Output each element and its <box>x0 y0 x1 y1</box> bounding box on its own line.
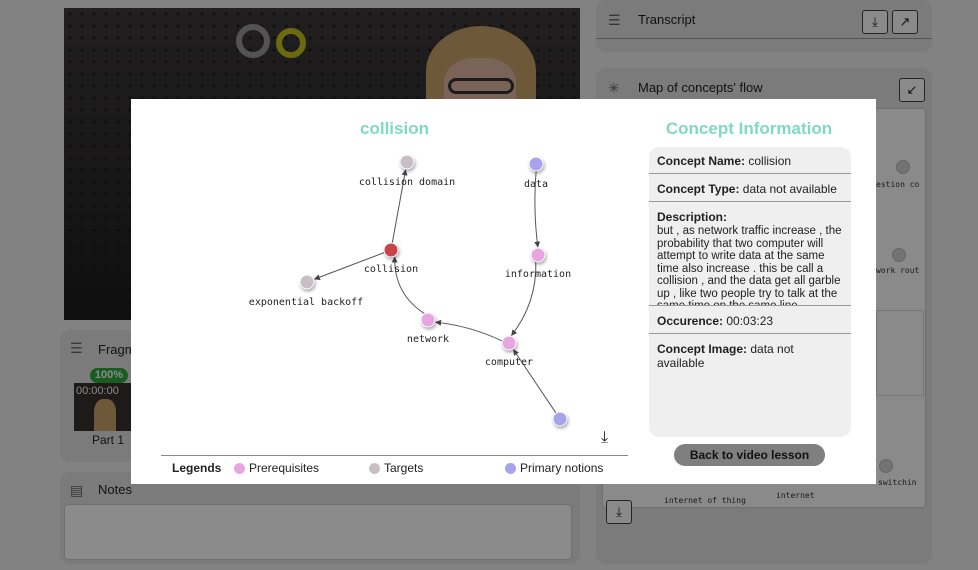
concept-modal: collision collision domain data collision i… <box>131 99 876 484</box>
concept-graph[interactable]: collision domain data collision information… <box>131 99 658 449</box>
legend-item-prerequisites: Prerequisites <box>234 461 319 475</box>
concept-name-value: collision <box>748 154 792 168</box>
download-graph-button[interactable]: ⤓ <box>601 429 608 447</box>
download-icon: ⤓ <box>601 429 609 446</box>
occurrence-label: Occurence: <box>657 314 724 328</box>
legend-dot <box>234 462 245 474</box>
graph-node-data[interactable] <box>528 156 544 172</box>
graph-node-label: exponential backoff <box>249 297 363 308</box>
description-text: but , as network traffic increase , the … <box>657 225 842 305</box>
graph-node-computer[interactable] <box>501 335 517 351</box>
info-title: Concept Information <box>665 119 833 138</box>
concept-image-row: Concept Image: data not available <box>649 334 851 370</box>
description-label: Description: <box>657 210 728 224</box>
graph-node-label: computer <box>485 357 533 368</box>
graph-edges <box>313 169 557 414</box>
description-row[interactable]: Description: but , as network traffic in… <box>649 202 851 306</box>
legend-item-targets: Targets <box>369 461 423 475</box>
legend-label: Primary notions <box>520 461 604 475</box>
concept-info-card: Concept Name: collision Concept Type: da… <box>649 147 851 437</box>
graph-node-label: network <box>407 334 449 345</box>
graph-nodes: collision domain data collision information… <box>249 154 571 427</box>
graph-node-unlabeled[interactable] <box>552 411 568 427</box>
graph-node-information[interactable] <box>530 247 546 263</box>
graph-node-collision-domain[interactable] <box>399 154 415 170</box>
concept-image-label: Concept Image: <box>657 342 748 356</box>
graph-node-label: data <box>524 179 548 190</box>
concept-type-row: Concept Type: data not available <box>649 174 851 202</box>
legend-item-primary-notions: Primary notions <box>505 461 603 475</box>
occurrence-row: Occurence: 00:03:23 <box>649 306 851 334</box>
graph-node-collision[interactable] <box>383 242 399 258</box>
concept-name-label: Concept Name: <box>657 154 746 168</box>
legend-title: Legends <box>172 461 222 475</box>
legend-divider <box>161 455 628 456</box>
graph-node-exponential-backoff[interactable] <box>299 274 315 290</box>
concept-type-value: data not available <box>742 182 837 196</box>
occurrence-value: 00:03:23 <box>726 314 774 328</box>
legend-dot <box>505 462 516 474</box>
graph-node-label: information <box>505 269 571 280</box>
legend-label: Targets <box>384 461 424 475</box>
legend-label: Prerequisites <box>249 461 320 475</box>
legend: Legends Prerequisites Targets Primary no… <box>172 461 632 477</box>
concept-name-row: Concept Name: collision <box>649 147 851 174</box>
legend-dot <box>369 462 380 474</box>
concept-type-label: Concept Type: <box>657 182 740 196</box>
back-to-video-button[interactable]: Back to video lesson <box>674 444 825 466</box>
graph-node-label: collision domain <box>359 177 455 188</box>
graph-node-network[interactable] <box>420 312 436 328</box>
graph-node-label: collision <box>364 264 418 275</box>
